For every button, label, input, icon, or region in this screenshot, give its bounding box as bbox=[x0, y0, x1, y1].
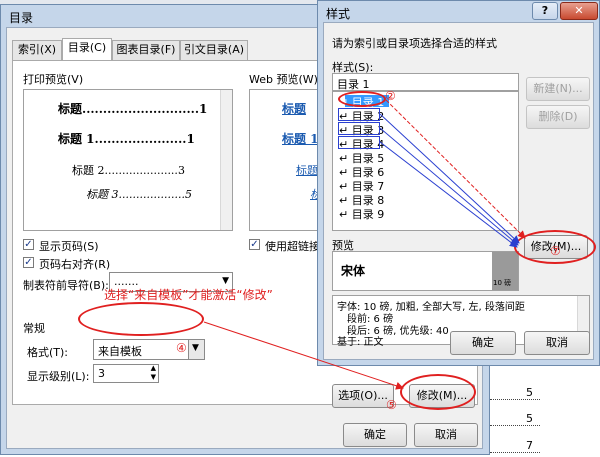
tab-toc[interactable]: 目录(C) bbox=[62, 38, 112, 61]
annotation-number-2: ② bbox=[385, 89, 396, 103]
general-section-label: 常规 bbox=[23, 322, 45, 335]
print-preview-line: 标题 1......................1 bbox=[58, 132, 195, 146]
preview-size-swatch: 10 磅 bbox=[492, 252, 518, 290]
print-preview-line: 标题 2.....................3 bbox=[72, 164, 185, 177]
format-select[interactable]: 来自模板 ▼ bbox=[93, 339, 205, 360]
tab-index[interactable]: 索引(X) bbox=[12, 40, 62, 60]
chevron-down-icon: ▼ bbox=[192, 343, 199, 353]
annotation-box-toc3 bbox=[338, 122, 380, 135]
toc-ok-button[interactable]: 确定 bbox=[343, 423, 407, 447]
list-item[interactable]: ↵ 目录 9 bbox=[339, 206, 384, 222]
show-page-numbers-checkbox[interactable]: ✓ bbox=[23, 239, 34, 250]
close-button[interactable]: ✕ bbox=[560, 2, 598, 20]
style-cancel-button[interactable]: 取消 bbox=[524, 331, 590, 355]
help-icon: ? bbox=[541, 4, 549, 17]
annotation-number-5: ⑤ bbox=[386, 398, 397, 412]
web-preview-label: Web 预览(W) bbox=[249, 73, 318, 86]
close-icon: ✕ bbox=[574, 4, 584, 17]
spinner-up-icon[interactable]: ▲ bbox=[151, 364, 156, 372]
tab-citations[interactable]: 引文目录(A) bbox=[180, 40, 248, 60]
style-dialog-title: 样式 bbox=[326, 7, 351, 21]
format-label: 格式(T): bbox=[27, 346, 69, 359]
toc-cancel-button[interactable]: 取消 bbox=[414, 423, 478, 447]
web-preview-link: 标题 1 bbox=[282, 132, 319, 146]
print-preview-box: 标题............................1 标题 1....… bbox=[23, 89, 233, 231]
annotation-box-toc2 bbox=[338, 108, 380, 121]
new-style-button[interactable]: 新建(N)... bbox=[526, 77, 590, 101]
print-preview-line: 标题 3...................5 bbox=[86, 188, 192, 201]
annotation-ellipse-toc1 bbox=[338, 91, 386, 107]
annotation-instruction: 选择“来自模板”才能激活“修改” bbox=[104, 288, 273, 302]
show-page-numbers-label: 显示页码(S) bbox=[39, 240, 99, 253]
delete-style-button[interactable]: 删除(D) bbox=[526, 105, 590, 129]
right-align-checkbox[interactable]: ✓ bbox=[23, 257, 34, 268]
doc-page-number: 7 bbox=[526, 439, 533, 452]
style-ok-button[interactable]: 确定 bbox=[450, 331, 516, 355]
annotation-ellipse-style-modify bbox=[514, 230, 596, 264]
current-style-field[interactable]: 目录 1 bbox=[332, 73, 519, 91]
web-preview-link: 标题 bbox=[282, 102, 307, 116]
format-dropdown-button[interactable]: ▼ bbox=[188, 340, 204, 359]
chevron-down-icon: ▼ bbox=[222, 276, 229, 286]
show-levels-spinner[interactable]: 3 ▲ ▼ bbox=[93, 364, 159, 383]
description-line: 基于: 正文 bbox=[337, 337, 384, 348]
style-preview-box: 宋体 10 磅 bbox=[332, 251, 519, 291]
style-dialog-body: 请为索引或目录项选择合适的样式 样式(S): 目录 1 ↵ 目录 1 ↵ 目录 … bbox=[323, 22, 594, 360]
show-levels-label: 显示级别(L): bbox=[27, 370, 90, 383]
tab-leader-label: 制表符前导符(B): bbox=[23, 279, 109, 292]
use-hyperlinks-checkbox[interactable]: ✓ bbox=[249, 239, 260, 250]
spinner-down-icon[interactable]: ▼ bbox=[151, 373, 156, 381]
right-align-label: 页码右对齐(R) bbox=[39, 258, 111, 271]
tab-figure-toc[interactable]: 图表目录(F) bbox=[112, 40, 180, 60]
print-preview-scrollbar[interactable] bbox=[220, 90, 232, 230]
style-instruction: 请为索引或目录项选择合适的样式 bbox=[332, 37, 497, 50]
annotation-ellipse-format bbox=[78, 302, 204, 336]
preview-font-name: 宋体 bbox=[341, 264, 366, 278]
print-preview-label: 打印预览(V) bbox=[23, 73, 84, 86]
annotation-box-toc4 bbox=[338, 136, 380, 149]
style-dialog: 样式 ? ✕ 请为索引或目录项选择合适的样式 样式(S): 目录 1 ↵ 目录 … bbox=[317, 0, 600, 366]
print-preview-line: 标题............................1 bbox=[58, 102, 208, 116]
annotation-number-4: ④ bbox=[176, 341, 187, 355]
doc-page-number: 5 bbox=[526, 386, 533, 399]
doc-page-number: 5 bbox=[526, 412, 533, 425]
help-button[interactable]: ? bbox=[532, 2, 558, 20]
options-button[interactable]: 选项(O)... bbox=[332, 384, 394, 408]
toc-dialog-title: 目录 bbox=[9, 11, 34, 25]
annotation-ellipse-toc-modify bbox=[400, 374, 476, 410]
